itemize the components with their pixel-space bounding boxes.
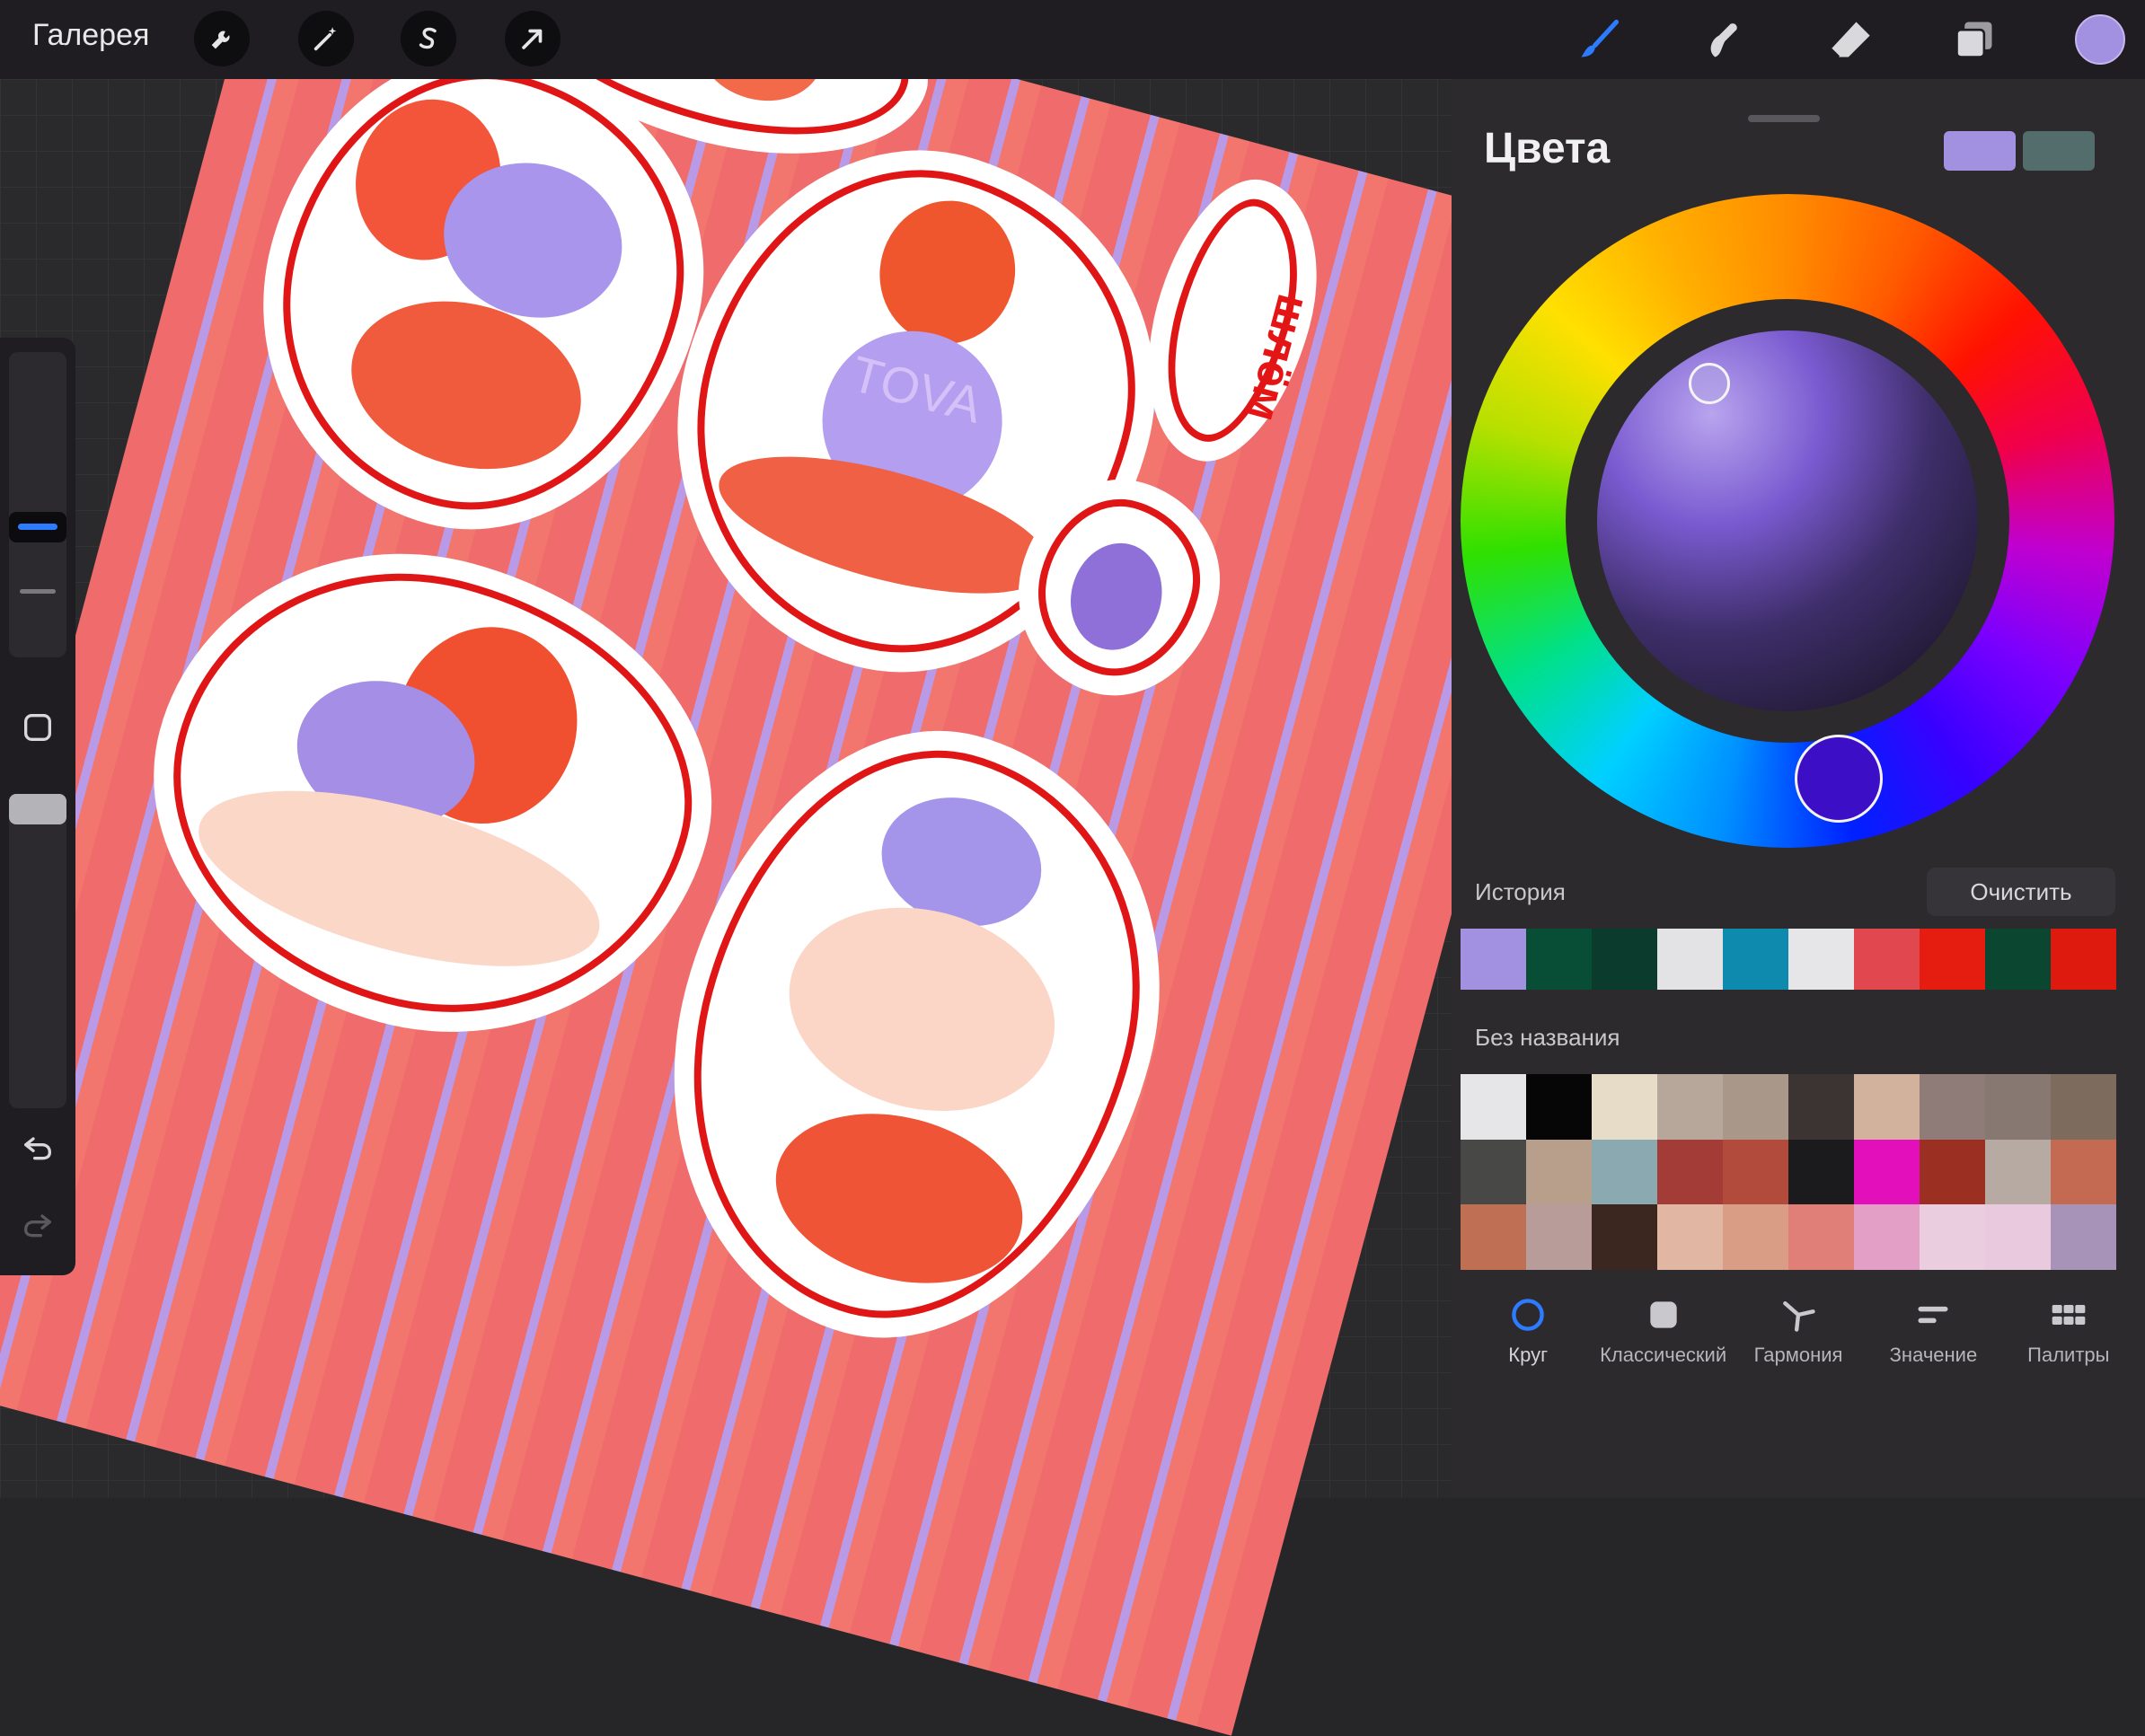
- tab-disc-label: Круг: [1508, 1344, 1549, 1366]
- brush-size-slider[interactable]: [9, 352, 66, 657]
- history-swatch[interactable]: [1723, 929, 1788, 990]
- palette-swatch[interactable]: [1657, 1139, 1723, 1205]
- tab-value[interactable]: Значение: [1866, 1282, 2000, 1390]
- brush-size-handle[interactable]: [9, 512, 66, 542]
- color-mode-tabs: Круг Классический Гармония Значение Пали…: [1461, 1282, 2136, 1390]
- palette-swatch[interactable]: [1592, 1074, 1657, 1140]
- layers-icon[interactable]: [1947, 13, 2001, 66]
- palette-swatch[interactable]: [2051, 1074, 2116, 1140]
- palette-swatch[interactable]: [1854, 1139, 1920, 1205]
- panel-title: Цвета: [1484, 125, 1611, 172]
- tab-harmony-label: Гармония: [1753, 1344, 1843, 1366]
- wrench-icon[interactable]: [194, 11, 250, 66]
- saturation-picker[interactable]: [1689, 363, 1730, 404]
- history-swatch[interactable]: [1592, 929, 1657, 990]
- gallery-button[interactable]: Галерея: [32, 18, 149, 53]
- redo-icon[interactable]: [18, 1205, 57, 1245]
- history-swatch[interactable]: [1461, 929, 1526, 990]
- brush-icon[interactable]: [1572, 13, 1626, 66]
- palette-swatch[interactable]: [1657, 1074, 1723, 1140]
- sticker-character-3: [126, 520, 737, 1068]
- tab-classic-label: Классический: [1600, 1344, 1727, 1366]
- palette-swatch[interactable]: [1920, 1074, 1985, 1140]
- palette-swatch[interactable]: [1920, 1139, 1985, 1205]
- history-swatch[interactable]: [1788, 929, 1854, 990]
- opacity-handle[interactable]: [9, 794, 66, 824]
- palette-swatch[interactable]: [1526, 1139, 1592, 1205]
- palette-swatch[interactable]: [1526, 1204, 1592, 1270]
- palette-swatch[interactable]: [1788, 1139, 1854, 1205]
- magic-wand-icon[interactable]: [298, 11, 354, 66]
- palette-swatch[interactable]: [1788, 1074, 1854, 1140]
- tab-classic[interactable]: Классический: [1595, 1282, 1730, 1390]
- current-color-button[interactable]: [2075, 14, 2125, 65]
- tab-value-label: Значение: [1889, 1344, 1978, 1366]
- tab-palettes[interactable]: Палитры: [2001, 1282, 2136, 1390]
- hue-ring[interactable]: [1461, 194, 2114, 848]
- colors-panel: Цвета История Очистить Без названия Круг…: [1452, 79, 2145, 1498]
- clear-history-button[interactable]: Очистить: [1927, 868, 2115, 916]
- history-swatch[interactable]: [2051, 929, 2116, 990]
- palette-swatch[interactable]: [1592, 1139, 1657, 1205]
- wheel-inner: [1566, 299, 2009, 743]
- value-sliders-icon: [1918, 1306, 1948, 1324]
- palette-swatch[interactable]: [1854, 1204, 1920, 1270]
- palette-swatch[interactable]: [1985, 1204, 2051, 1270]
- smudge-icon[interactable]: [1696, 13, 1750, 66]
- transform-arrow-icon[interactable]: [505, 11, 561, 66]
- palette-swatch[interactable]: [1592, 1204, 1657, 1270]
- palette-swatch[interactable]: [1461, 1139, 1526, 1205]
- palette-swatch[interactable]: [2051, 1204, 2116, 1270]
- eraser-icon[interactable]: [1823, 13, 1877, 66]
- selection-s-icon[interactable]: [401, 11, 456, 66]
- left-sidebar: [0, 338, 75, 1275]
- square-icon: [1649, 1301, 1677, 1328]
- history-swatch[interactable]: [1985, 929, 2051, 990]
- opacity-slider[interactable]: [9, 794, 66, 1108]
- palette-label: Без названия: [1475, 1024, 1620, 1051]
- circle-icon: [1512, 1299, 1544, 1331]
- palette-swatch[interactable]: [1461, 1204, 1526, 1270]
- brush-size-mark: [20, 589, 56, 594]
- undo-icon[interactable]: [18, 1128, 57, 1168]
- sticker-text-label: шлём: [1236, 288, 1320, 427]
- sticker-character-4: [634, 704, 1196, 1367]
- sticker-character-1: [236, 30, 728, 553]
- palette-swatch[interactable]: [2051, 1139, 2116, 1205]
- palette-swatch[interactable]: [1723, 1139, 1788, 1205]
- hue-picker[interactable]: [1795, 735, 1883, 823]
- history-swatch[interactable]: [1920, 929, 1985, 990]
- tab-palettes-label: Палитры: [2027, 1344, 2110, 1366]
- palette-swatch[interactable]: [1788, 1204, 1854, 1270]
- palette-swatch[interactable]: [1854, 1074, 1920, 1140]
- palette-swatch[interactable]: [1985, 1139, 2051, 1205]
- palette-swatch[interactable]: [1657, 1204, 1723, 1270]
- modify-square-icon[interactable]: [18, 708, 57, 747]
- palettes-grid-icon: [2052, 1305, 2086, 1325]
- palette-swatch[interactable]: [1723, 1074, 1788, 1140]
- harmony-icon: [1783, 1300, 1815, 1332]
- history-swatch[interactable]: [1526, 929, 1592, 990]
- history-swatch[interactable]: [1854, 929, 1920, 990]
- tab-disc[interactable]: Круг: [1461, 1282, 1595, 1390]
- saturation-brightness-disc[interactable]: [1597, 330, 1978, 711]
- palette-swatch[interactable]: [1526, 1074, 1592, 1140]
- secondary-color-swatch[interactable]: [2023, 131, 2095, 171]
- history-swatch[interactable]: [1657, 929, 1723, 990]
- palette-swatch[interactable]: [1723, 1204, 1788, 1270]
- palette-swatches: [1461, 1074, 2116, 1270]
- sticker-text: шлём: [1145, 186, 1320, 455]
- palette-swatch[interactable]: [1920, 1204, 1985, 1270]
- panel-grabber[interactable]: [1748, 115, 1820, 122]
- top-toolbar: Галерея: [0, 0, 2145, 79]
- palette-swatch[interactable]: [1985, 1074, 2051, 1140]
- primary-color-swatch[interactable]: [1944, 131, 2016, 171]
- palette-swatch[interactable]: [1461, 1074, 1526, 1140]
- history-swatches: [1461, 929, 2116, 990]
- tab-harmony[interactable]: Гармония: [1731, 1282, 1866, 1390]
- history-label: История: [1475, 878, 1566, 905]
